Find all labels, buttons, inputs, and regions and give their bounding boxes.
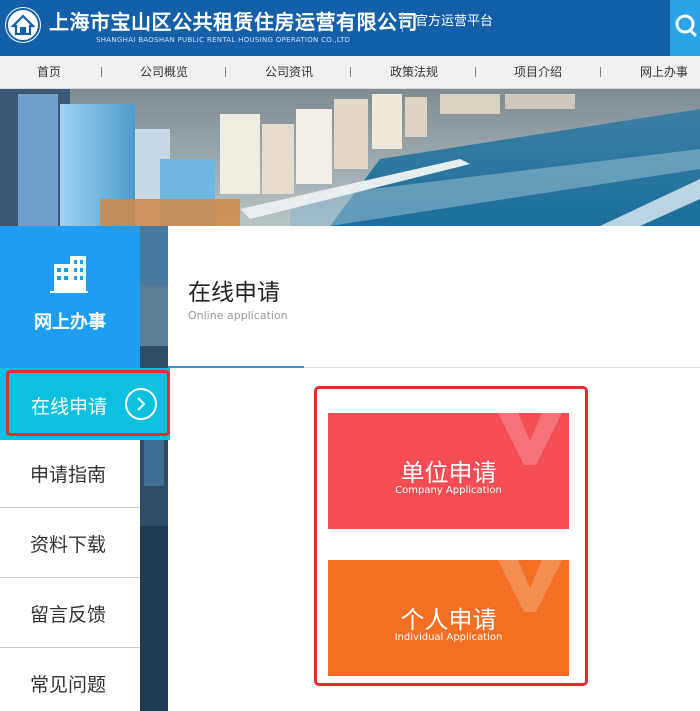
building-icon [50,256,88,293]
nav-item-policy[interactable]: 政策法规 [390,56,438,88]
platform-label: 官方运营平台 [415,14,494,29]
company-name[interactable]: 上海市宝山区公共租赁住房运营有限公司 [49,6,418,35]
page-title: 在线申请 [188,280,280,306]
nav-item-home[interactable]: 首页 [37,56,61,88]
nav-separator [101,67,102,77]
sidebar-header: 网上办事 [0,226,140,368]
company-name-en: SHANGHAI BAOSHAN PUBLIC RENTAL HOUSING O… [96,36,351,44]
sidebar-title: 网上办事 [34,312,106,333]
nav-item-online-service[interactable]: 网上办事 [640,56,688,88]
sidebar-item-feedback[interactable]: 留言反馈 [0,578,140,648]
nav-separator [600,67,601,77]
header-divider [402,12,403,32]
sidebar-item-label: 常见问题 [30,674,107,696]
page-subtitle: Online application [188,309,288,322]
nav-item-news[interactable]: 公司资讯 [265,56,313,88]
site-header: 上海市宝山区公共租赁住房运营有限公司 SHANGHAI BAOSHAN PUBL… [0,0,700,56]
main-nav: 首页 公司概览 公司资讯 政策法规 项目介绍 网上办事 [0,56,700,89]
search-button[interactable] [670,0,700,56]
sidebar-item-label: 申请指南 [30,464,107,486]
highlight-outline [6,370,170,436]
nav-separator [475,67,476,77]
nav-separator [225,67,226,77]
banner-image [0,89,700,226]
house-logo-icon[interactable] [5,7,41,43]
nav-item-projects[interactable]: 项目介绍 [514,56,562,88]
nav-item-overview[interactable]: 公司概览 [140,56,188,88]
sidebar-item-guide[interactable]: 申请指南 [0,440,140,508]
search-icon [675,14,698,38]
sidebar-item-label: 资料下载 [30,534,107,556]
title-underline [168,366,304,368]
highlight-outline [314,386,588,686]
sidebar-item-label: 留言反馈 [30,604,107,626]
banner-strip [140,226,168,711]
sidebar-item-downloads[interactable]: 资料下载 [0,508,140,578]
nav-separator [350,67,351,77]
sidebar-item-faq[interactable]: 常见问题 [0,648,140,711]
